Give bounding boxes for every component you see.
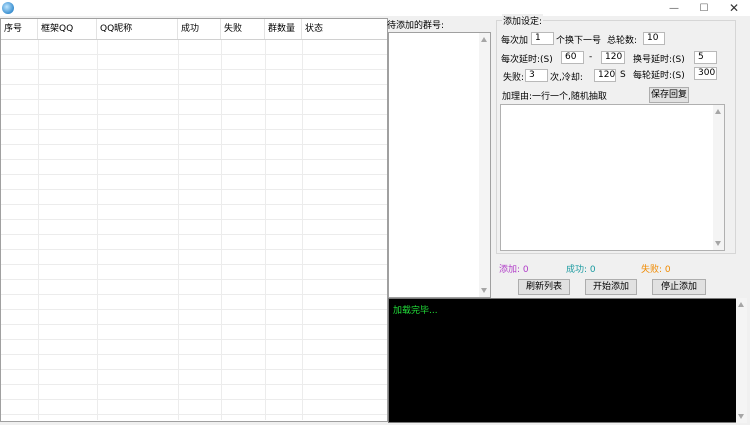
column-divider: [97, 40, 98, 420]
column-divider: [221, 40, 222, 420]
log-text: 加载完毕...: [393, 306, 438, 316]
title-bar: [0, 0, 750, 16]
fail-count: 失败: 0: [641, 265, 671, 275]
switch-delay-input[interactable]: 5: [694, 51, 717, 64]
settings-legend: 添加设定:: [502, 14, 544, 27]
round-delay-input[interactable]: 300: [694, 67, 717, 80]
refresh-list-button[interactable]: 刷新列表: [518, 279, 570, 295]
start-add-button[interactable]: 开始添加: [585, 279, 637, 295]
delay-min-input[interactable]: 60: [561, 51, 584, 64]
minimize-button[interactable]: —: [660, 0, 688, 16]
column-header-group-count[interactable]: 群数量: [265, 19, 302, 39]
accounts-table[interactable]: 序号 框架QQ QQ昵称 成功 失败 群数量 状态: [0, 18, 388, 422]
table-body[interactable]: [1, 40, 387, 420]
scroll-up-icon[interactable]: [481, 37, 487, 42]
pending-groups-scrollbar[interactable]: [479, 33, 490, 297]
delay-max-input[interactable]: 120: [601, 51, 625, 64]
round-delay-label: 每轮延时:(S): [633, 71, 685, 81]
column-header-frame-qq[interactable]: 框架QQ: [38, 19, 97, 39]
added-count: 添加: 0: [499, 265, 529, 275]
success-count: 成功: 0: [566, 265, 596, 275]
column-header-status[interactable]: 状态: [302, 19, 387, 39]
total-rounds-input[interactable]: 10: [643, 32, 665, 45]
column-divider: [38, 40, 39, 420]
pending-groups-label: 待添加的群号:: [387, 21, 445, 31]
cooldown-unit: S: [620, 70, 626, 80]
column-header-index[interactable]: 序号: [1, 19, 38, 39]
cooldown-label: 次,冷却:: [550, 73, 583, 83]
table-header: 序号 框架QQ QQ昵称 成功 失败 群数量 状态: [1, 19, 387, 40]
log-console[interactable]: [388, 298, 747, 423]
scroll-up-icon[interactable]: [738, 302, 744, 307]
column-header-qq-nickname[interactable]: QQ昵称: [97, 19, 178, 39]
scroll-up-icon[interactable]: [715, 109, 721, 114]
each-add-input[interactable]: 1: [531, 32, 554, 45]
column-divider: [265, 40, 266, 420]
stop-add-button[interactable]: 停止添加: [652, 279, 706, 295]
column-header-fail[interactable]: 失败: [221, 19, 265, 39]
switch-delay-label: 换号延时:(S): [633, 55, 685, 65]
fail-label: 失败:: [503, 73, 525, 83]
cooldown-input[interactable]: 120: [594, 69, 616, 82]
column-divider: [178, 40, 179, 420]
app-icon: [2, 2, 14, 14]
reason-label: 加理由:一行一个,随机抽取: [502, 92, 607, 102]
delay-label: 每次延时:(S): [501, 55, 553, 65]
scroll-down-icon[interactable]: [481, 288, 487, 293]
close-button[interactable]: ✕: [720, 0, 748, 16]
total-rounds-label: 总轮数:: [607, 36, 638, 46]
column-divider: [302, 40, 303, 420]
reason-scrollbar[interactable]: [713, 105, 724, 250]
switch-next-label: 个换下一号: [556, 36, 602, 46]
column-header-success[interactable]: 成功: [178, 19, 221, 39]
delay-separator: -: [589, 52, 593, 62]
save-reply-button[interactable]: 保存回复: [649, 87, 689, 103]
reason-textarea[interactable]: [500, 104, 725, 251]
fail-count-input[interactable]: 3: [525, 69, 548, 82]
maximize-button[interactable]: ☐: [690, 0, 718, 16]
each-add-label: 每次加: [501, 36, 529, 46]
scroll-down-icon[interactable]: [715, 241, 721, 246]
pending-groups-textarea[interactable]: [388, 32, 491, 298]
scroll-down-icon[interactable]: [738, 414, 744, 419]
log-scrollbar[interactable]: [736, 298, 747, 423]
